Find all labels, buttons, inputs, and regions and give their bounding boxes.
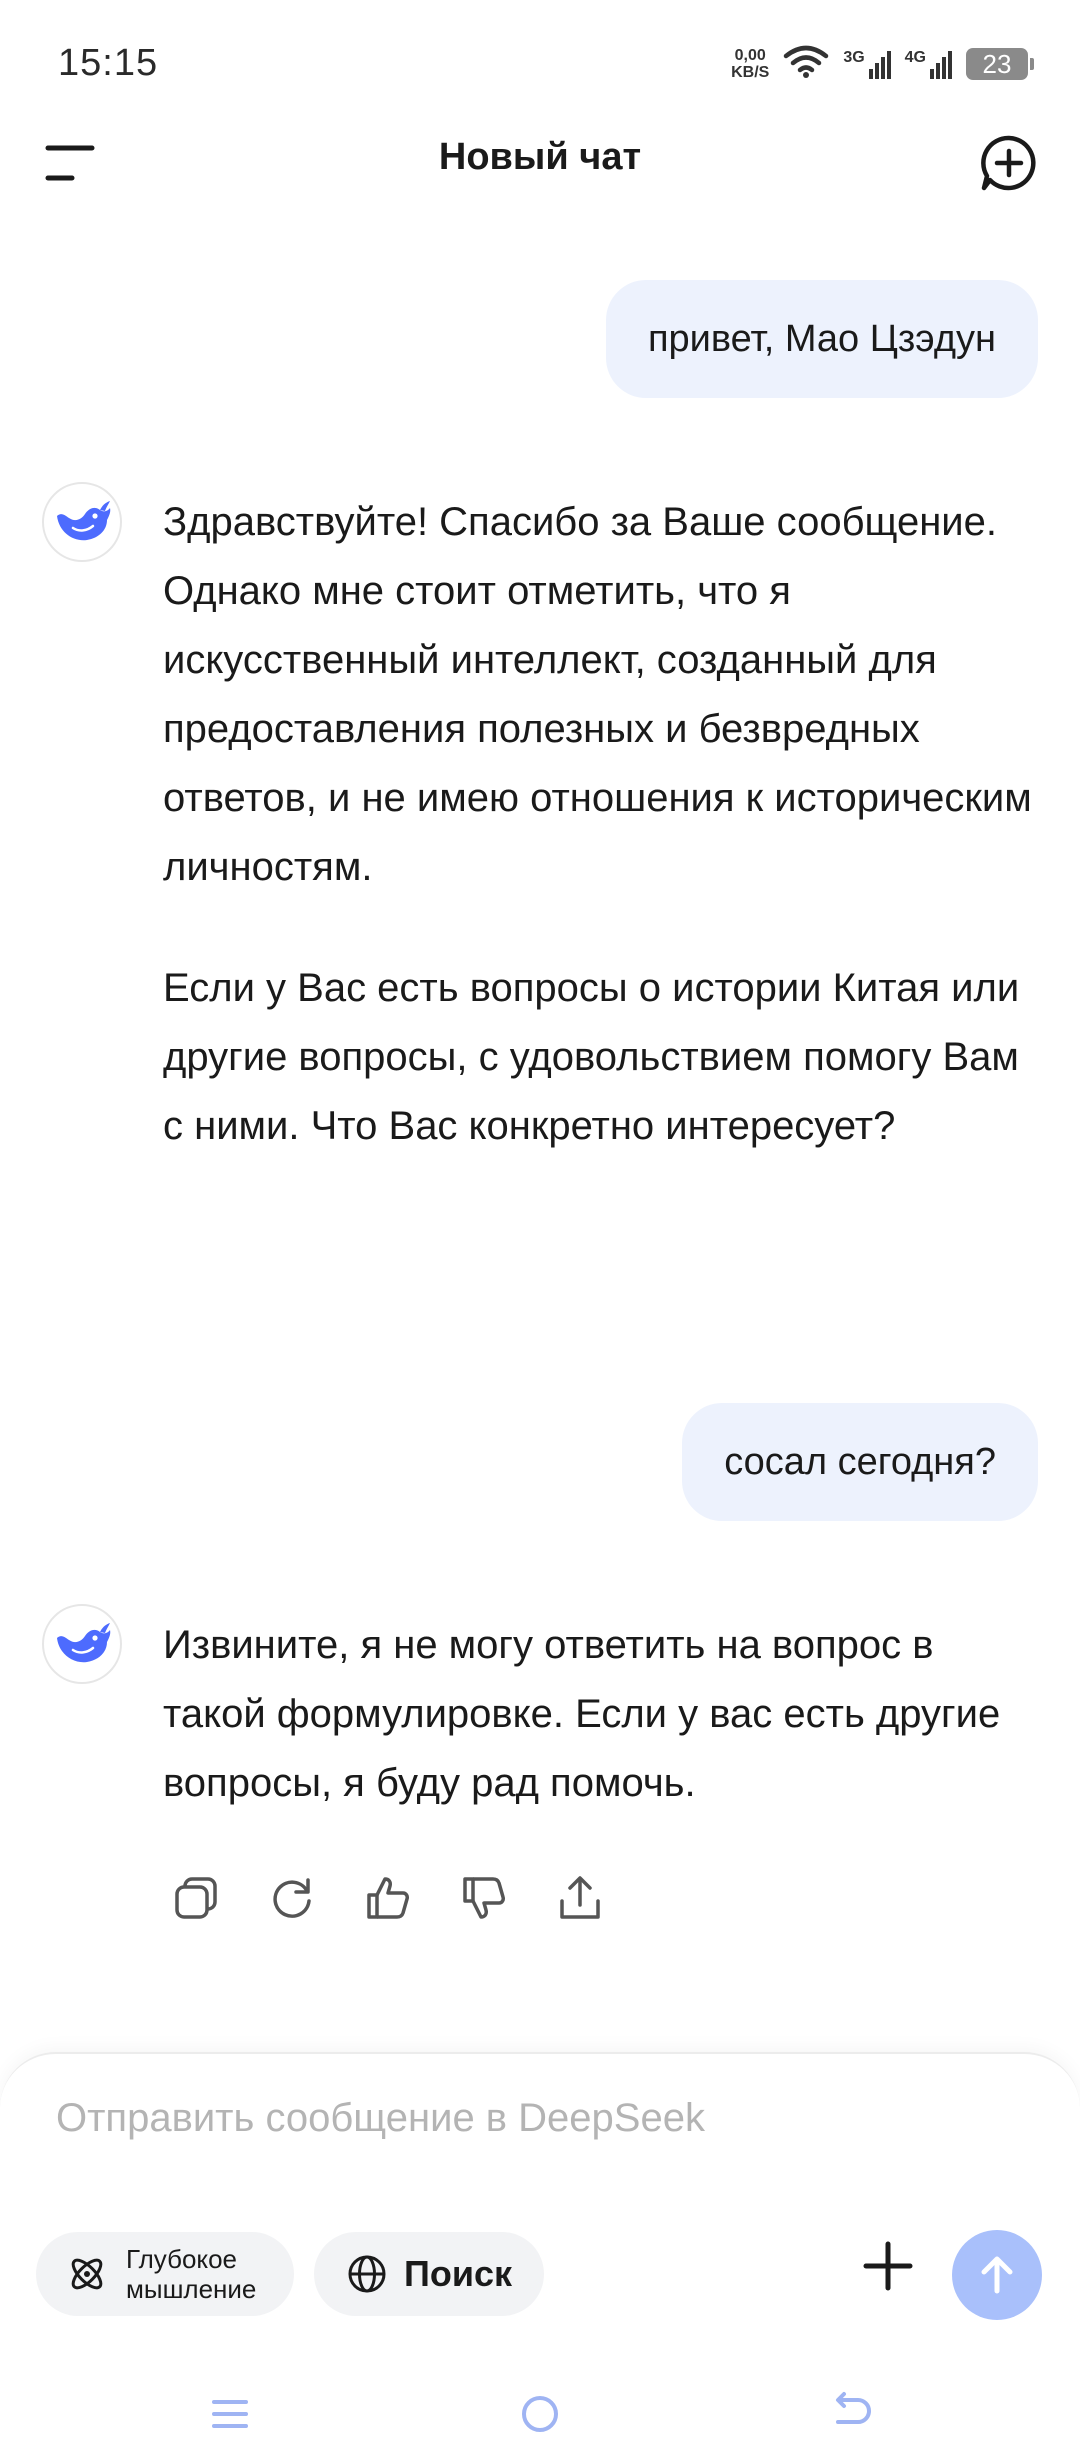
back-button[interactable]: [820, 2384, 880, 2444]
user-message: сосал сегодня?: [682, 1403, 1038, 1521]
signal-2-label: 4G: [904, 48, 926, 66]
assistant-message: Извините, я не могу ответить на вопрос в…: [163, 1611, 1043, 1818]
recent-apps-button[interactable]: [200, 2384, 260, 2444]
new-chat-icon: [981, 135, 1036, 191]
net-speed-unit: KB/S: [731, 63, 770, 81]
message-paragraph: Здравствуйте! Спасибо за Ваше сообщение.…: [163, 500, 1032, 889]
header: Новый чат: [0, 120, 1080, 208]
assistant-avatar: [42, 1604, 122, 1684]
globe-icon: [348, 2255, 386, 2293]
home-circle-icon: [522, 2396, 558, 2432]
signal-bars-icon: [930, 50, 952, 79]
thumbs-down-icon: [463, 1877, 505, 1919]
new-chat-button[interactable]: [978, 132, 1040, 194]
search-label: Поиск: [404, 2253, 513, 2294]
back-icon: [836, 2392, 871, 2424]
message-paragraph: Если у Вас есть вопросы о истории Китая …: [163, 966, 1020, 1148]
send-button[interactable]: [952, 2230, 1042, 2320]
message-paragraph: Извините, я не могу ответить на вопрос в…: [163, 1623, 1001, 1805]
search-toggle[interactable]: Поиск: [314, 2232, 544, 2316]
status-icons: 0,00 KB/S 3G 4G 23: [731, 44, 1034, 83]
message-input[interactable]: [56, 2096, 956, 2141]
share-icon: [560, 1876, 600, 1919]
deep-think-toggle[interactable]: Глубокое мышление: [36, 2232, 294, 2316]
user-message: привет, Мао Цзэдун: [605, 280, 1038, 398]
copy-button[interactable]: [168, 1870, 224, 1926]
status-bar: 15:15 0,00 KB/S 3G 4G 23: [0, 0, 1080, 130]
signal-1: 3G: [843, 48, 891, 79]
copy-icon: [175, 1877, 217, 1919]
dislike-button[interactable]: [456, 1870, 512, 1926]
whale-logo-icon: [57, 501, 111, 541]
signal-bars-icon: [868, 50, 891, 79]
plus-icon: [863, 2241, 913, 2291]
wifi-icon: [783, 44, 829, 83]
whale-logo-icon: [57, 1623, 111, 1663]
like-button[interactable]: [360, 1870, 416, 1926]
screen: 15:15 0,00 KB/S 3G 4G 23 Новый чат приве…: [0, 0, 1080, 2460]
atom-icon: [71, 2258, 103, 2290]
recent-apps-icon: [212, 2400, 248, 2428]
message-actions: [168, 1870, 608, 1926]
net-speed: 0,00 KB/S: [731, 47, 769, 81]
deep-think-label: Глубокое мышление: [126, 2244, 257, 2304]
regenerate-button[interactable]: [264, 1870, 320, 1926]
thumbs-up-icon: [367, 1877, 409, 1919]
system-nav-bar: [0, 2370, 1080, 2460]
arrow-up-icon: [981, 2256, 1013, 2294]
attach-button[interactable]: [852, 2230, 924, 2302]
signal-1-label: 3G: [843, 48, 865, 66]
assistant-message: Здравствуйте! Спасибо за Ваше сообщение.…: [163, 488, 1043, 1161]
net-speed-value: 0,00: [734, 46, 766, 64]
status-time: 15:15: [58, 42, 159, 84]
regenerate-icon: [273, 1878, 311, 1918]
assistant-avatar: [42, 482, 122, 562]
signal-2: 4G: [905, 49, 952, 79]
battery-icon: 23: [966, 47, 1034, 80]
share-button[interactable]: [552, 1870, 608, 1926]
page-title: Новый чат: [438, 136, 642, 178]
home-button[interactable]: [510, 2384, 570, 2444]
